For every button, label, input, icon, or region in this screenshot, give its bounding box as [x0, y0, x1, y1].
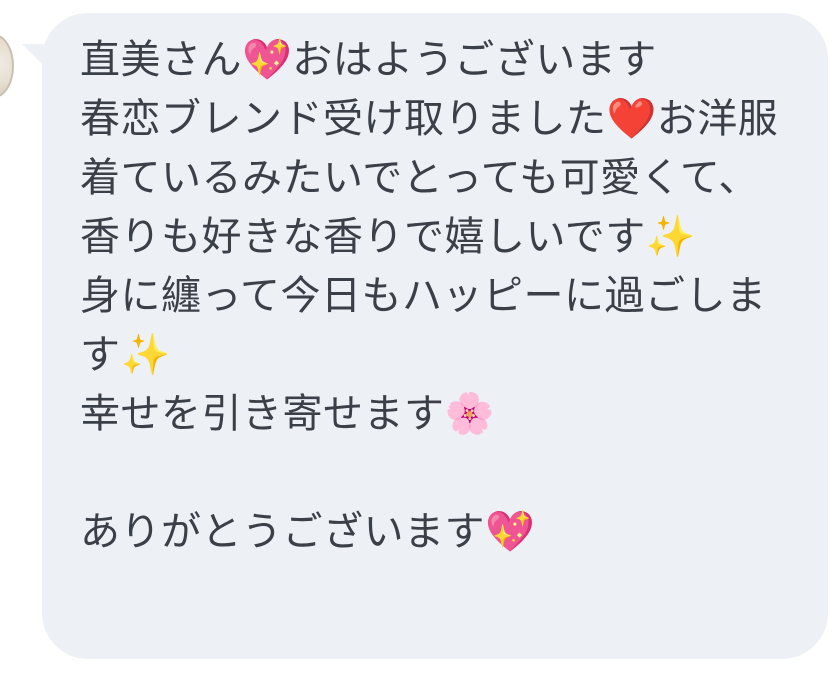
avatar[interactable] — [0, 34, 14, 98]
message-text: 直美さん💖おはようございます 春恋ブレンド受け取りました❤️お洋服着ているみたい… — [80, 37, 779, 555]
chat-screen: 直美さん💖おはようございます 春恋ブレンド受け取りました❤️お洋服着ているみたい… — [0, 0, 838, 691]
